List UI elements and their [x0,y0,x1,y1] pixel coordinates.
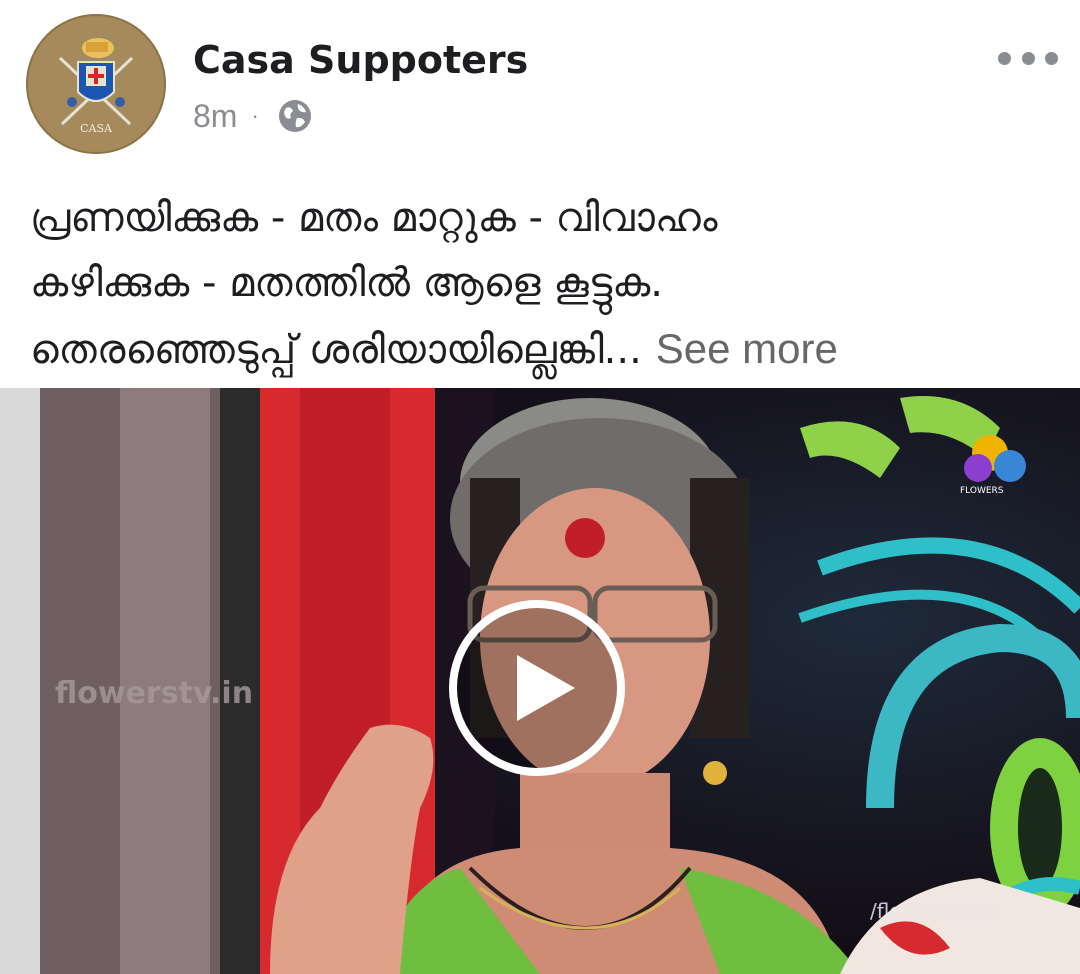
more-dot [1045,51,1058,65]
post-time[interactable]: 8m [193,98,237,135]
post-text: പ്രണയിക്കുക - മതം മാറ്റുക - വിവാഹം കഴിക്… [30,186,1060,383]
author-name[interactable]: Casa Suppoters [193,38,528,82]
post-text-line: പ്രണയിക്കുക - മതം മാറ്റുക - വിവാഹം [30,195,718,241]
video-watermark-right: /flowersonair [870,899,1001,923]
more-options-icon[interactable] [998,44,1058,72]
avatar-label: CASA [80,122,113,135]
post-text-line: തെരഞ്ഞെടുപ്പ് ശരിയായില്ലെങ്കി... See more [30,316,1060,383]
channel-logo-text: FLOWERS [960,486,1004,496]
see-more-link[interactable]: See more [656,325,838,372]
page-avatar[interactable]: CASA [26,14,166,154]
more-dot [1021,51,1035,65]
globe-icon[interactable] [277,98,313,134]
post-meta: 8m · [193,96,313,136]
post-text-line: കഴിക്കുക - മതത്തിൽ ആളെ കൂട്ടുക. [30,260,664,306]
post-header: CASA Casa Suppoters 8m · [0,0,1080,160]
video-watermark-left: flowerstv.in [55,676,253,711]
post-text-line-truncated: തെരഞ്ഞെടുപ്പ് ശരിയായില്ലെങ്കി... [30,327,642,373]
play-icon[interactable] [449,600,625,776]
more-dot [998,51,1011,65]
casa-crest-icon: CASA [28,16,164,152]
meta-separator: · [251,103,259,128]
